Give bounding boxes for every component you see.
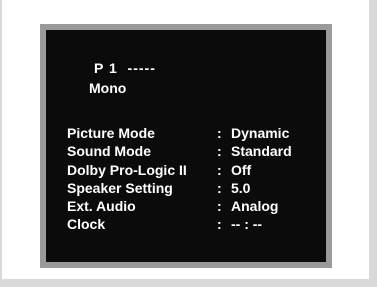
settings-row-dolby-pro-logic: Dolby Pro-Logic II : Off — [67, 161, 322, 179]
setting-separator: : — [217, 125, 222, 141]
setting-value: Analog — [231, 198, 279, 215]
osd-info-panel: P 1 ----- Mono Picture Mode : Dynamic So… — [46, 30, 326, 262]
settings-row-picture-mode: Picture Mode : Dynamic — [67, 124, 322, 142]
setting-value: Off — [231, 161, 252, 178]
channel-indicator: P 1 ----- — [94, 60, 156, 76]
setting-separator: : — [217, 143, 222, 160]
setting-value: Standard — [231, 143, 292, 160]
frame-edge — [0, 0, 2, 279]
settings-row-speaker-setting: Speaker Setting : 5.0 — [67, 179, 322, 197]
settings-row-clock: Clock : -- : -- — [67, 215, 322, 233]
setting-value: 5.0 — [231, 179, 251, 196]
setting-label: Sound Mode — [67, 143, 151, 160]
setting-separator: : — [217, 161, 222, 178]
setting-separator: : — [217, 216, 222, 233]
audio-mode-indicator: Mono — [89, 80, 127, 96]
setting-label: Clock — [67, 216, 106, 233]
setting-label: Dolby Pro-Logic II — [67, 161, 187, 178]
setting-label: Ext. Audio — [67, 198, 136, 215]
setting-value: Dynamic — [231, 125, 290, 141]
settings-row-ext-audio: Ext. Audio : Analog — [67, 197, 322, 215]
settings-row-sound-mode: Sound Mode : Standard — [67, 142, 322, 160]
setting-label: Speaker Setting — [67, 179, 173, 196]
setting-separator: : — [217, 179, 222, 196]
setting-separator: : — [217, 198, 222, 215]
setting-label: Picture Mode — [67, 125, 155, 141]
setting-value: -- : -- — [231, 216, 263, 233]
settings-list: Picture Mode : Dynamic Sound Mode : Stan… — [67, 124, 322, 234]
